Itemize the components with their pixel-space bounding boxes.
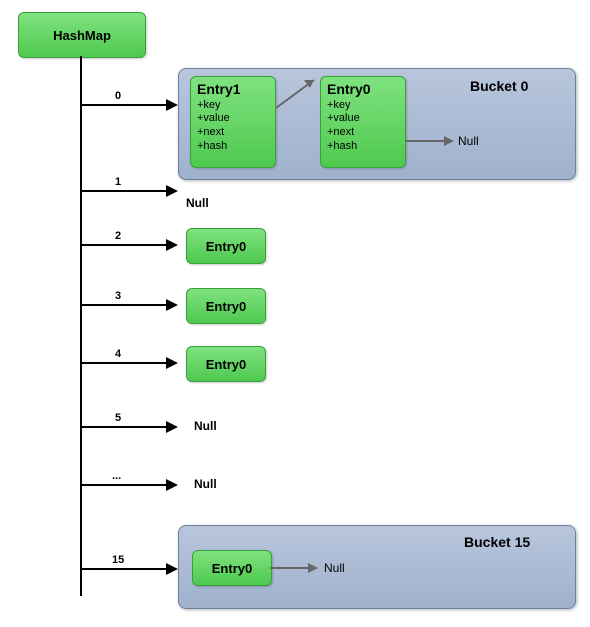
arrow-2	[82, 244, 166, 246]
bucket-0-label: Bucket 0	[470, 78, 528, 94]
arrow-3	[82, 304, 166, 306]
index-label-15: 15	[112, 554, 124, 566]
null-bucket15: Null	[324, 561, 345, 575]
hashmap-title: HashMap	[53, 28, 111, 43]
tree-stem	[80, 56, 82, 596]
entry0-row2-label: Entry0	[206, 239, 246, 254]
entry1-field-key: +key	[197, 99, 269, 113]
arrow-entry1-to-entry0	[274, 72, 322, 112]
entry1-field-hash: +hash	[197, 140, 269, 154]
entry0-row4-label: Entry0	[206, 357, 246, 372]
entry0-field-key: +key	[327, 99, 399, 113]
arrow-1	[82, 190, 166, 192]
entry0-node-bucket0: Entry0 +key +value +next +hash	[320, 76, 406, 168]
index-label-2: 2	[115, 230, 121, 242]
arrow-bucket15-null	[270, 567, 308, 569]
entry0-field-value: +value	[327, 112, 399, 126]
arrow-head-entry0-null	[444, 136, 454, 146]
arrow-5	[82, 426, 166, 428]
arrow-head-bucket15-null	[308, 563, 318, 573]
entry0-row3-label: Entry0	[206, 299, 246, 314]
arrow-entry0-to-null	[406, 140, 444, 142]
arrow-head-1	[166, 185, 178, 197]
index-label-4: 4	[115, 348, 121, 360]
entry0-field-next: +next	[327, 126, 399, 140]
entry0-title: Entry0	[327, 81, 399, 99]
entry0-bucket15-label: Entry0	[212, 561, 252, 576]
arrow-4	[82, 362, 166, 364]
entry1-field-value: +value	[197, 112, 269, 126]
index-label-3: 3	[115, 290, 121, 302]
entry1-field-next: +next	[197, 126, 269, 140]
entry0-row4: Entry0	[186, 346, 266, 382]
bucket-15-label: Bucket 15	[464, 534, 530, 550]
entry0-field-hash: +hash	[327, 140, 399, 154]
arrow-head-0	[166, 99, 178, 111]
index-label-0: 0	[115, 90, 121, 102]
arrow-head-2	[166, 239, 178, 251]
arrow-0	[82, 104, 166, 106]
row5-null: Null	[194, 419, 217, 433]
null-bucket0: Null	[458, 134, 479, 148]
entry0-bucket15: Entry0	[192, 550, 272, 586]
entry0-row3: Entry0	[186, 288, 266, 324]
arrow-head-4	[166, 357, 178, 369]
arrow-dots	[82, 484, 166, 486]
entry1-node: Entry1 +key +value +next +hash	[190, 76, 276, 168]
entry0-row2: Entry0	[186, 228, 266, 264]
rowdots-null: Null	[194, 477, 217, 491]
arrow-15	[82, 568, 166, 570]
arrow-head-5	[166, 421, 178, 433]
index-label-dots: ...	[112, 470, 121, 482]
entry1-title: Entry1	[197, 81, 269, 99]
index-label-1: 1	[115, 176, 121, 188]
arrow-head-3	[166, 299, 178, 311]
row1-null: Null	[186, 196, 209, 210]
arrow-head-dots	[166, 479, 178, 491]
index-label-5: 5	[115, 412, 121, 424]
arrow-head-15	[166, 563, 178, 575]
hashmap-node: HashMap	[18, 12, 146, 58]
